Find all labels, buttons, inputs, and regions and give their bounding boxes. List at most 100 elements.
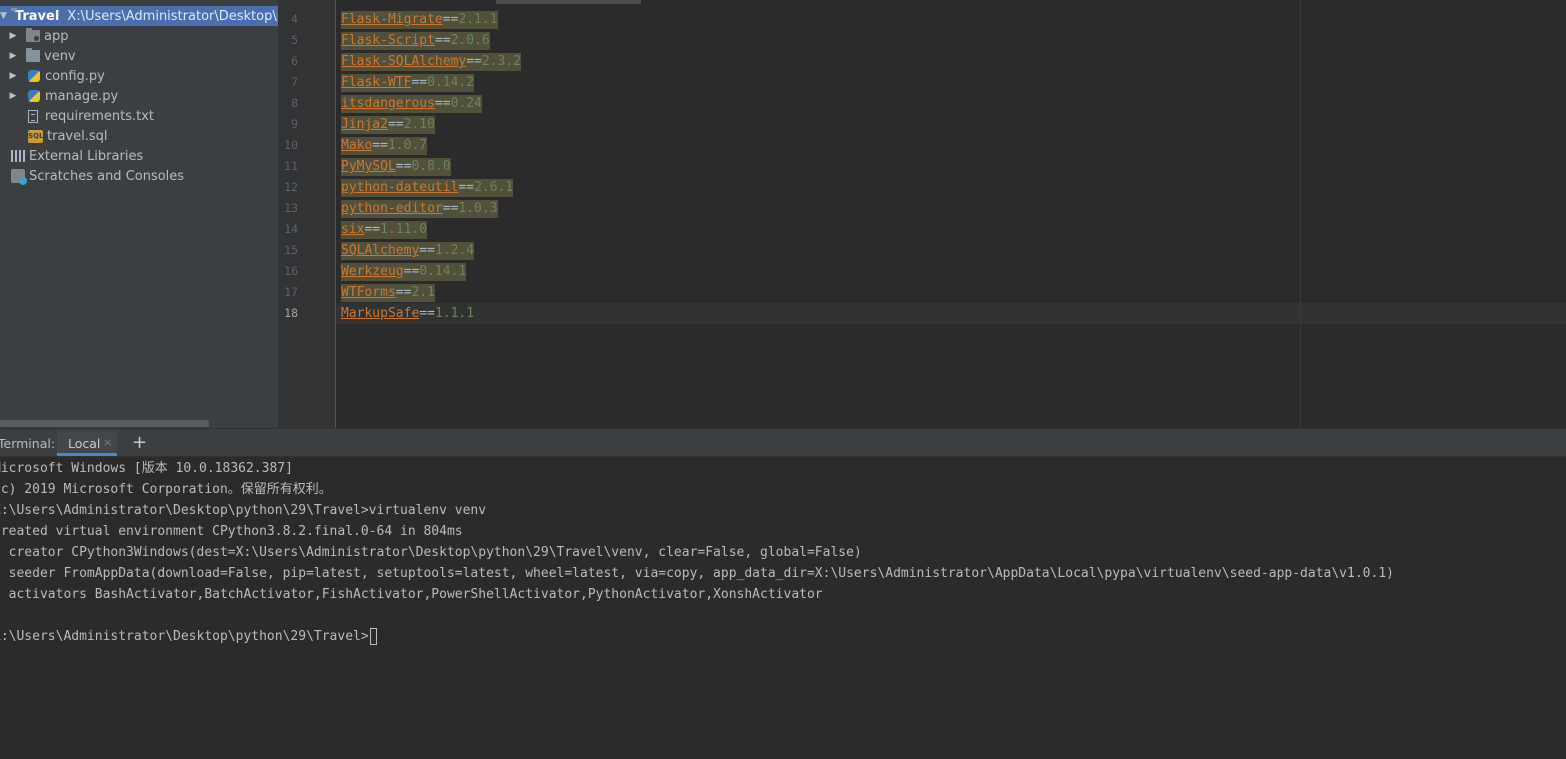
- add-tab-icon[interactable]: +: [132, 432, 147, 453]
- code-line[interactable]: python-editor==1.0.3: [341, 198, 498, 219]
- folder-icon: [26, 48, 40, 62]
- code-line[interactable]: python-dateutil==2.6.1: [341, 177, 514, 198]
- terminal-line: creator CPython3Windows(dest=X:\Users\Ad…: [0, 545, 862, 560]
- package-version: 2.3.2: [481, 53, 522, 71]
- package-name: Mako: [341, 137, 373, 155]
- chevron-right-icon[interactable]: ▶: [8, 70, 18, 82]
- code-line[interactable]: Flask-SQLAlchemy==2.3.2: [341, 51, 522, 72]
- tree-item-manage-py[interactable]: ▶ manage.py: [0, 86, 278, 106]
- version-operator: ==: [442, 11, 459, 29]
- chevron-right-icon[interactable]: ▶: [8, 30, 18, 42]
- tree-item-label: app: [44, 28, 69, 44]
- package-name: python-editor: [341, 200, 443, 218]
- scratches-icon: [11, 169, 27, 185]
- package-version: 2.6.1: [474, 179, 514, 197]
- sql-file-icon: SQL: [28, 129, 43, 143]
- chevron-down-icon[interactable]: ▼: [0, 10, 7, 22]
- code-line[interactable]: Mako==1.0.7: [341, 135, 428, 156]
- version-operator: ==: [372, 137, 388, 155]
- tree-item-label: manage.py: [45, 88, 119, 104]
- project-tool-window: ▼ Travel X:\Users\Administrator\Desktop\…: [0, 0, 278, 429]
- version-operator: ==: [419, 306, 435, 321]
- editor[interactable]: 4 5 6 7 8 9 10 11 12 13 14 15 16 17 18 Flask-Migrate==…: [278, 0, 1566, 429]
- code-line[interactable]: Jinja2==2.10: [341, 114, 435, 135]
- package-version: 2.1: [411, 284, 435, 302]
- line-number: 16: [284, 264, 298, 278]
- package-name: Jinja2: [341, 116, 388, 134]
- text-cursor: [369, 628, 377, 645]
- code-line[interactable]: six==1.11.0: [341, 219, 428, 240]
- package-name: MarkupSafe: [341, 306, 420, 321]
- terminal-prompt-line[interactable]: X:\Users\Administrator\Desktop\python\29…: [0, 626, 377, 647]
- package-name: python-dateutil: [341, 179, 459, 197]
- terminal-line: created virtual environment CPython3.8.2…: [0, 524, 463, 539]
- code-line[interactable]: Werkzeug==0.14.1: [341, 261, 467, 282]
- package-version: 1.1.1: [434, 306, 475, 321]
- code-line[interactable]: Flask-WTF==0.14.2: [341, 72, 475, 93]
- version-operator: ==: [395, 158, 412, 176]
- version-operator: ==: [395, 284, 412, 302]
- terminal-line: X:\Users\Administrator\Desktop\python\29…: [0, 503, 487, 518]
- code-line[interactable]: itsdangerous==0.24: [341, 93, 482, 114]
- right-margin-guide: [1300, 0, 1301, 429]
- tab-label: Local: [68, 436, 101, 451]
- line-number: 9: [291, 117, 298, 131]
- tree-item-travel-sql[interactable]: SQL travel.sql: [0, 126, 278, 146]
- chevron-right-icon[interactable]: ▶: [8, 50, 18, 62]
- line-number: 18: [284, 306, 298, 320]
- code-line[interactable]: Flask-Migrate==2.1.1: [341, 9, 498, 30]
- line-number: 14: [284, 222, 298, 236]
- line-number: 15: [284, 243, 298, 257]
- package-name: itsdangerous: [341, 95, 435, 113]
- line-number: 8: [291, 96, 298, 110]
- package-version: 2.1.1: [458, 11, 498, 29]
- package-name: Flask-Script: [341, 32, 435, 50]
- terminal-line: Microsoft Windows [版本 10.0.18362.387]: [0, 461, 293, 476]
- code-line[interactable]: SQLAlchemy==1.2.4: [341, 240, 475, 261]
- tree-item-requirements-txt[interactable]: requirements.txt: [0, 106, 278, 126]
- code-line[interactable]: PyMySQL==0.8.0: [341, 156, 451, 177]
- version-operator: ==: [364, 221, 381, 239]
- version-operator: ==: [466, 53, 482, 71]
- code-line[interactable]: Flask-Script==2.0.6: [341, 30, 490, 51]
- package-name: SQLAlchemy: [341, 242, 420, 260]
- close-icon[interactable]: ×: [103, 436, 112, 449]
- package-version: 1.11.0: [380, 221, 428, 239]
- terminal-line: activators BashActivator,BatchActivator,…: [0, 587, 823, 602]
- tree-item-label: venv: [44, 48, 76, 64]
- tree-item-scratches[interactable]: Scratches and Consoles: [0, 166, 278, 186]
- package-version: 0.24: [450, 95, 482, 113]
- version-operator: ==: [434, 32, 451, 50]
- folder-icon: [26, 28, 40, 42]
- version-operator: ==: [403, 263, 420, 281]
- package-version: 1.2.4: [434, 242, 475, 260]
- tree-item-external-libraries[interactable]: External Libraries: [0, 146, 278, 166]
- library-icon: [11, 150, 25, 162]
- tab-local[interactable]: Local ×: [57, 431, 117, 456]
- line-number: 13: [284, 201, 298, 215]
- code-line[interactable]: MarkupSafe==1.1.1: [341, 303, 474, 324]
- tree-item-venv[interactable]: ▶ venv: [0, 46, 278, 66]
- terminal-header: Terminal: Local × +: [0, 431, 1566, 457]
- code-line[interactable]: WTForms==2.1: [341, 282, 435, 303]
- line-number: 7: [291, 75, 298, 89]
- package-version: 1.0.7: [387, 137, 428, 155]
- terminal-output[interactable]: Microsoft Windows [版本 10.0.18362.387] (c…: [0, 457, 1566, 759]
- tree-item-config-py[interactable]: ▶ config.py: [0, 66, 278, 86]
- terminal-line: seeder FromAppData(download=False, pip=l…: [0, 566, 1394, 581]
- package-version: 1.0.3: [458, 200, 498, 218]
- package-version: 0.14.2: [427, 74, 475, 92]
- tree-item-label: config.py: [45, 68, 105, 84]
- package-version: 2.10: [403, 116, 435, 134]
- line-number: 4: [291, 12, 298, 26]
- project-root-name: Travel: [14, 8, 60, 24]
- chevron-right-icon[interactable]: ▶: [8, 90, 18, 102]
- python-file-icon: [28, 90, 40, 102]
- horizontal-scrollbar[interactable]: [0, 420, 209, 427]
- tree-item-label: requirements.txt: [45, 108, 155, 124]
- package-name: WTForms: [341, 284, 396, 302]
- scroll-indicator: [496, 0, 641, 4]
- project-root-travel[interactable]: ▼ Travel X:\Users\Administrator\Desktop\…: [0, 6, 278, 26]
- tree-item-app[interactable]: ▶ app: [0, 26, 278, 46]
- version-operator: ==: [442, 200, 459, 218]
